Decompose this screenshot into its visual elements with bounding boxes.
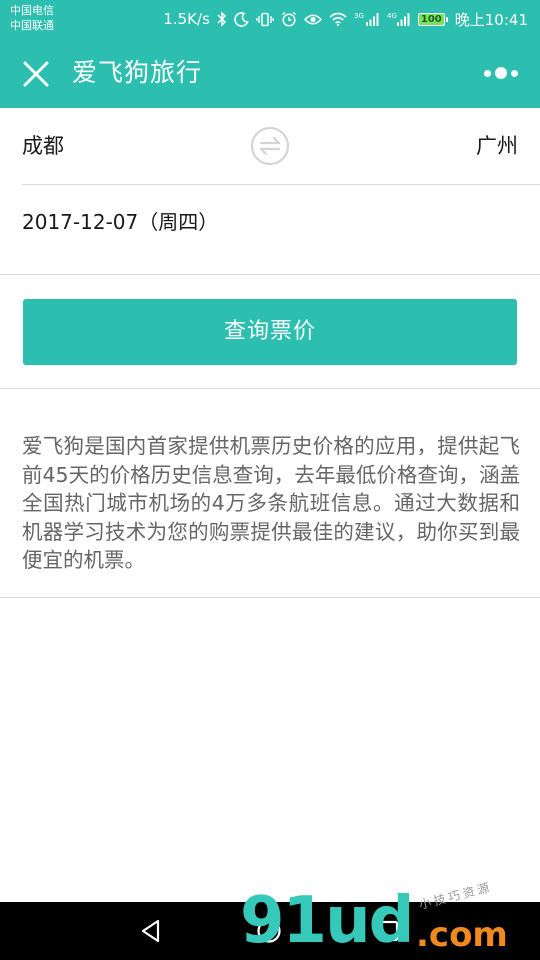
swap-cities-icon[interactable] <box>250 126 290 166</box>
divider <box>0 388 540 389</box>
status-bar: 中国电信 中国联通 1.5K/s 3G 4G 100 晚上10:41 <box>0 0 540 38</box>
carrier-1: 中国电信 <box>10 4 54 17</box>
signal-label-3g: 3G <box>354 12 364 20</box>
alarm-icon <box>281 11 297 27</box>
battery-level: 100 <box>417 12 445 26</box>
net-speed: 1.5K/s <box>163 10 210 28</box>
search-price-button[interactable]: 查询票价 <box>23 299 517 365</box>
arrival-city[interactable]: 广州 <box>476 108 518 184</box>
more-dot-icon <box>484 69 491 77</box>
back-icon[interactable] <box>138 918 164 944</box>
more-dot-icon <box>495 67 507 79</box>
battery-icon: 100 <box>417 12 448 26</box>
status-indicators: 1.5K/s 3G 4G 100 晚上10:41 <box>163 0 528 38</box>
divider <box>0 597 540 598</box>
system-navigation-bar <box>0 902 540 960</box>
city-selector: 成都 广州 <box>0 108 540 184</box>
signal-icon: 4G <box>387 11 411 27</box>
carrier-2: 中国联通 <box>10 19 54 32</box>
signal-icon: 3G <box>354 11 380 27</box>
more-dot-icon <box>511 69 518 77</box>
moon-icon <box>234 11 249 27</box>
divider <box>0 274 540 275</box>
wifi-icon <box>329 12 347 26</box>
departure-city[interactable]: 成都 <box>22 108 64 184</box>
recent-apps-icon[interactable] <box>376 919 400 943</box>
clock: 晚上10:41 <box>454 10 528 29</box>
departure-date[interactable]: 2017-12-07（周四） <box>22 185 218 259</box>
date-selector[interactable]: 2017-12-07（周四） <box>0 185 540 259</box>
bluetooth-icon <box>217 11 227 27</box>
app-description: 爱飞狗是国内首家提供机票历史价格的应用，提供起飞前45天的价格历史信息查询，去年… <box>22 434 520 572</box>
carrier-info: 中国电信 中国联通 <box>10 3 54 33</box>
page-title: 爱飞狗旅行 <box>72 58 203 87</box>
eye-icon <box>303 13 322 26</box>
more-options-button[interactable] <box>484 63 518 83</box>
vibrate-icon <box>255 12 274 27</box>
signal-label-4g: 4G <box>387 12 397 20</box>
app-bar: 爱飞狗旅行 <box>0 38 540 108</box>
close-icon[interactable] <box>22 60 50 88</box>
home-icon[interactable] <box>256 918 282 944</box>
